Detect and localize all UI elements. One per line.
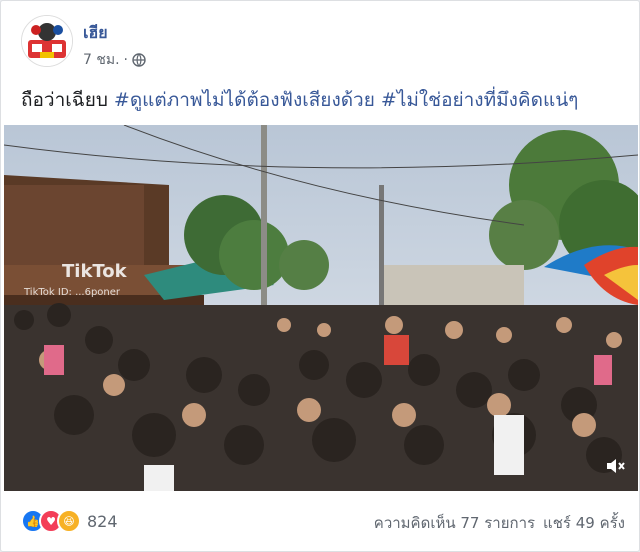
tiktok-user-watermark: TikTok ID: ...6poner: [24, 287, 121, 298]
hashtag-link[interactable]: #ไม่ใช่อย่างที่มึงคิดแน่ๆ: [381, 89, 578, 111]
tiktok-watermark: TikTok: [62, 261, 127, 282]
post-card: เฮีย 7 ชม. · ถือว่าเฉียบ #ดูแต่ภาพไม่ได้…: [0, 0, 640, 552]
post-footer: 👍 ♥ 😆 824 ความคิดเห็น 77 รายการ แชร์ 49 …: [1, 501, 639, 541]
avatar[interactable]: [21, 15, 73, 67]
haha-icon: 😆: [57, 509, 81, 533]
speaker-muted-icon[interactable]: [604, 455, 626, 477]
avatar-image: [22, 16, 72, 66]
post-meta: 7 ชม. ·: [83, 49, 146, 71]
shares-count[interactable]: แชร์ 49 ครั้ง: [543, 511, 625, 535]
post-header: เฮีย 7 ชม. ·: [21, 15, 621, 75]
reaction-count: 824: [87, 511, 118, 531]
globe-icon[interactable]: [132, 53, 146, 67]
hashtag-link[interactable]: #ดูแต่ภาพไม่ได้ต้องฟังเสียงด้วย: [114, 89, 375, 111]
post-stats: ความคิดเห็น 77 รายการ แชร์ 49 ครั้ง: [374, 511, 625, 535]
post-time[interactable]: 7 ชม.: [83, 49, 120, 71]
comments-count[interactable]: ความคิดเห็น 77 รายการ: [374, 511, 535, 535]
author-name[interactable]: เฮีย: [83, 21, 108, 46]
reactions-summary[interactable]: 👍 ♥ 😆 824: [21, 509, 118, 533]
post-text-plain: ถือว่าเฉียบ: [21, 89, 114, 111]
video-frame: [4, 125, 638, 491]
video-player[interactable]: TikTok TikTok ID: ...6poner: [4, 125, 638, 491]
post-text: ถือว่าเฉียบ #ดูแต่ภาพไม่ได้ต้องฟังเสียงด…: [21, 85, 578, 115]
